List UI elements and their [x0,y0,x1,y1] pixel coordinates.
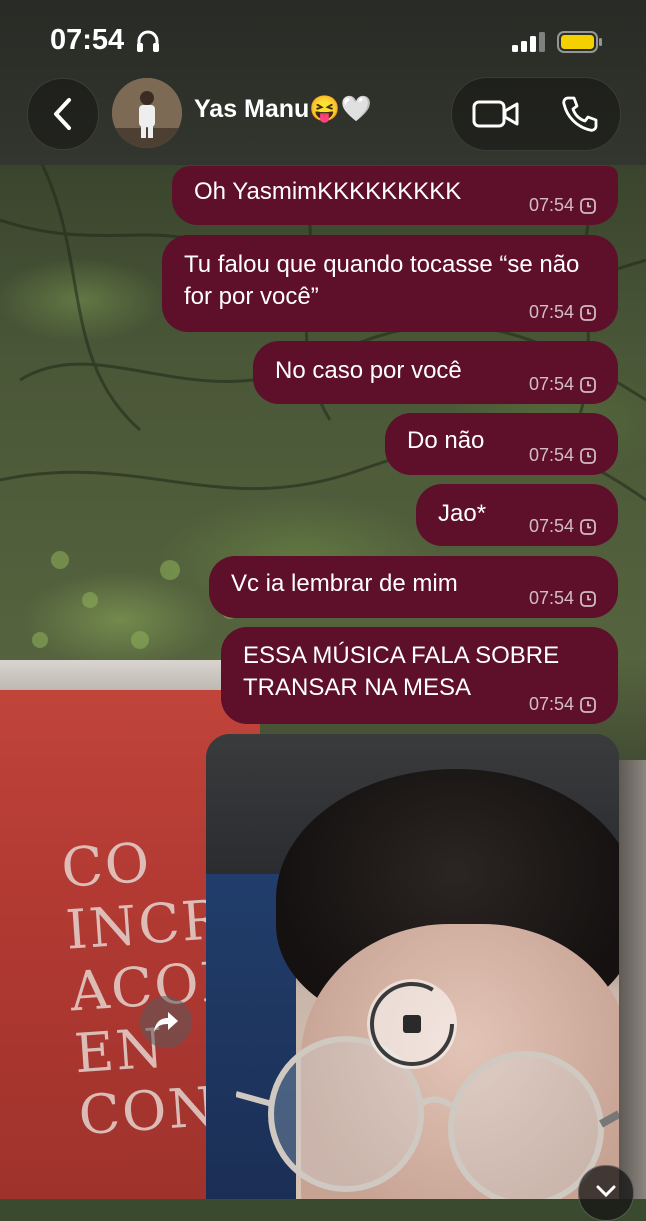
message-bubble[interactable]: ESSA MÚSICA FALA SOBRE TRANSAR NA MESA 0… [221,627,618,724]
video-message-preview[interactable] [206,734,619,1199]
message-text: Do não [407,427,485,454]
chevron-left-icon [54,98,71,130]
call-actions [451,77,621,151]
message-time: 07:54 [528,516,574,536]
share-arrow-icon [154,1012,178,1032]
pending-clock-icon [580,518,596,535]
headphones-icon [137,30,159,52]
pending-clock-icon [580,590,596,607]
chevron-down-icon [596,1185,616,1198]
pending-clock-icon [580,696,596,713]
back-button[interactable] [27,78,99,150]
message-time: 07:54 [528,302,574,322]
avatar-photo [112,78,182,148]
message-time: 07:54 [528,374,574,394]
battery-icon [557,31,602,53]
message-bubble[interactable]: Jao* 07:54 [416,484,618,546]
pending-clock-icon [580,197,596,214]
wall-edge [616,760,646,1199]
message-time: 07:54 [528,694,574,714]
message-time: 07:54 [528,195,574,215]
pending-clock-icon [580,304,596,321]
video-call-icon[interactable] [472,96,520,132]
cellular-signal-icon [512,32,545,52]
message-text: Jao* [438,500,487,527]
message-time: 07:54 [528,588,574,608]
message-text: No caso por você [275,357,462,384]
contact-avatar[interactable] [112,78,182,148]
message-text: Vc ia lembrar de mim [231,570,458,597]
stop-recording-button[interactable] [367,979,457,1069]
contact-name[interactable]: Yas Manu😝🤍 [194,95,372,124]
message-time: 07:54 [528,445,574,465]
stop-icon [370,982,454,1066]
scroll-down-button[interactable] [578,1165,634,1221]
message-bubble[interactable]: Tu falou que quando tocasse “se não for … [162,235,618,332]
message-text: Oh YasmimKKKKKKKKK [194,178,462,205]
message-bubble[interactable]: No caso por você 07:54 [253,341,618,404]
status-time: 07:54 [50,24,125,56]
phone-icon[interactable] [560,94,600,134]
pending-clock-icon [580,447,596,464]
message-bubble[interactable]: Do não 07:54 [385,413,618,475]
pending-clock-icon [580,376,596,393]
forward-button[interactable] [140,996,192,1048]
message-bubble[interactable]: Vc ia lembrar de mim 07:54 [209,556,618,618]
message-bubble[interactable]: Oh YasmimKKKKKKKKK 07:54 [172,166,618,225]
